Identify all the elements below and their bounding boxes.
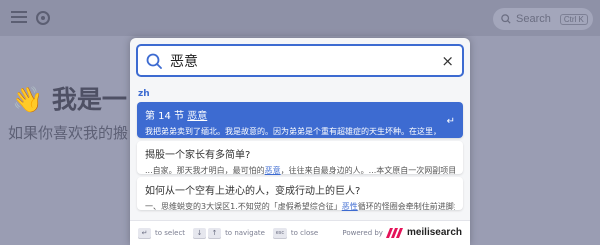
search-icon	[501, 14, 511, 24]
search-result-item[interactable]: 揭股一个家长有多简单? ...自家。那天我才明白，最可怕的恶意，往往来自最身边的…	[137, 141, 463, 175]
result-snippet: 我把弟弟卖到了缅北。我是故意的。因为弟弟是个重有超雄症的天生坏种。在这里，没有.…	[145, 127, 440, 136]
header-search-button[interactable]: Search Ctrl K	[493, 8, 593, 30]
brand-name: meilisearch	[406, 227, 462, 238]
powered-by-link[interactable]: Powered by meilisearch	[342, 227, 462, 238]
result-snippet: 一、思维蜕变的3大误区1.不知觉的「虚假希望综合征」恶性循环的怪圈会牵制住前进脚…	[145, 202, 455, 211]
header-search-placeholder: Search	[516, 13, 551, 25]
enter-key-icon: ↵	[138, 227, 151, 239]
search-result-item[interactable]: 如何从一个空有上进心的人，变成行动上的巨人? 一、思维蜕变的3大误区1.不知觉的…	[137, 177, 463, 211]
arrow-up-key-icon: ↑	[208, 227, 222, 239]
result-title: 揭股一个家长有多简单?	[145, 150, 251, 161]
close-icon[interactable]: ×	[441, 53, 454, 69]
site-header: Search Ctrl K	[0, 0, 600, 36]
arrow-down-key-icon: ↓	[193, 227, 207, 239]
search-form[interactable]: ×	[136, 44, 464, 77]
search-result-item[interactable]: 第 14 节 恶意 我把弟弟卖到了缅北。我是故意的。因为弟弟是个重有超雄症的天生…	[137, 102, 463, 138]
results-section-label: zh	[138, 89, 150, 99]
result-snippet: ...自家。那天我才明白，最可怕的恶意，往往来自最身边的人。...本文原自一次网…	[145, 166, 455, 175]
search-footer: ↵ to select ↓ ↑ to navigate esc to close…	[130, 220, 470, 245]
result-title: 如何从一个空有上进心的人，变成行动上的巨人?	[145, 186, 361, 197]
meilisearch-logo-icon	[385, 227, 403, 238]
close-hint: esc to close	[272, 227, 318, 239]
result-title: 第 14 节 恶意	[145, 111, 208, 122]
menu-icon[interactable]	[10, 10, 28, 28]
search-shortcut-badge: Ctrl K	[559, 13, 588, 25]
navigate-hint: ↓ ↑ to navigate	[193, 227, 265, 239]
search-icon	[146, 53, 162, 69]
esc-key-icon: esc	[272, 227, 287, 239]
site-logo-icon[interactable]	[34, 10, 52, 28]
search-input[interactable]	[170, 52, 430, 69]
page-subtitle: 如果你喜欢我的搬	[8, 124, 129, 142]
select-hint: ↵ to select	[138, 227, 185, 239]
page-title: 👋 我是一	[12, 85, 127, 114]
search-modal: × zh 第 14 节 恶意 我把弟弟卖到了缅北。我是故意的。因为弟弟是个重有超…	[130, 38, 470, 245]
enter-icon: ↵	[446, 116, 455, 127]
